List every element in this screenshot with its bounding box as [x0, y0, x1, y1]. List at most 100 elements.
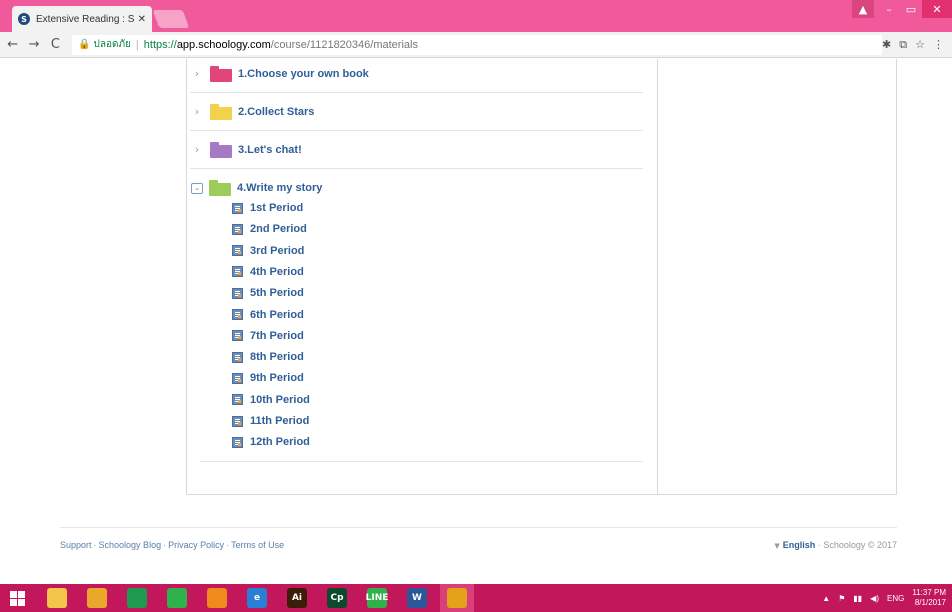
assignment-icon	[232, 245, 243, 257]
period-label[interactable]: 12th Period	[250, 436, 310, 448]
game-icon	[207, 588, 227, 608]
internet-explorer-icon: e	[247, 588, 267, 608]
browser-tab[interactable]: S Extensive Reading : Secti ✕	[12, 6, 152, 32]
user-icon[interactable]: ▲	[852, 0, 874, 18]
period-item[interactable]: 4th Period	[232, 262, 304, 282]
line-icon: LINE	[366, 588, 388, 608]
language-indicator[interactable]: ENG	[887, 594, 904, 603]
folder-row[interactable]: › 3.Let's chat!	[190, 131, 643, 169]
footer-link[interactable]: Privacy Policy	[168, 540, 224, 550]
footer-divider	[60, 527, 897, 528]
period-item[interactable]: 2nd Period	[232, 219, 307, 239]
period-label[interactable]: 3rd Period	[250, 245, 304, 257]
collapse-icon[interactable]: ⌄	[191, 182, 203, 194]
assignment-icon	[232, 202, 243, 214]
forward-icon[interactable]: →	[25, 37, 42, 52]
period-item[interactable]: 8th Period	[232, 347, 304, 367]
language-selector[interactable]: English	[783, 540, 816, 550]
taskbar-app[interactable]: Ai	[280, 584, 314, 612]
back-icon[interactable]: ←	[4, 37, 21, 52]
assignment-icon	[232, 415, 243, 427]
period-item[interactable]: 6th Period	[232, 305, 304, 325]
expand-chevron-icon[interactable]: ›	[190, 105, 204, 118]
folder-label[interactable]: 4.Write my story	[237, 182, 322, 194]
tray-chevron-icon[interactable]: ▲	[822, 594, 830, 603]
period-label[interactable]: 6th Period	[250, 309, 304, 321]
folder-label[interactable]: 1.Choose your own book	[238, 68, 369, 80]
folder-label[interactable]: 2.Collect Stars	[238, 106, 314, 118]
period-item[interactable]: 11th Period	[232, 411, 309, 431]
taskbar-app[interactable]	[40, 584, 74, 612]
taskbar-app[interactable]	[80, 584, 114, 612]
address-bar[interactable]: 🔒 ปลอดภัย | https:// app.schoology.com /…	[72, 34, 883, 55]
period-label[interactable]: 2nd Period	[250, 223, 307, 235]
word-icon: W	[407, 588, 427, 608]
folder-row[interactable]: › 2.Collect Stars	[190, 93, 643, 131]
footer-link[interactable]: Schoology Blog	[99, 540, 162, 550]
star-icon[interactable]: ☆	[915, 38, 925, 51]
flag-icon[interactable]: ⚑	[838, 594, 845, 603]
period-label[interactable]: 10th Period	[250, 394, 310, 406]
period-label[interactable]: 5th Period	[250, 287, 304, 299]
taskbar-app[interactable]: LINE	[360, 584, 394, 612]
period-label[interactable]: 11th Period	[250, 415, 309, 427]
folder-row[interactable]: › 1.Choose your own book	[190, 55, 643, 93]
window-close-icon[interactable]: ✕	[922, 0, 952, 18]
footer-link[interactable]: Terms of Use	[231, 540, 284, 550]
clock[interactable]: 11:37 PM 8/1/2017	[912, 588, 946, 608]
maximize-icon[interactable]: ▭	[900, 0, 922, 18]
taskbar-app[interactable]: W	[400, 584, 434, 612]
period-item[interactable]: 10th Period	[232, 390, 310, 410]
period-label[interactable]: 8th Period	[250, 351, 304, 363]
network-icon[interactable]: ▮▮	[853, 594, 862, 603]
taskbar-app[interactable]	[440, 584, 474, 612]
folder-icon	[210, 65, 232, 82]
period-item[interactable]: 1st Period	[232, 198, 303, 218]
taskbar-app[interactable]: Cp	[320, 584, 354, 612]
address-separator: |	[135, 38, 139, 51]
new-tab-button[interactable]	[152, 10, 190, 28]
translate-icon[interactable]: ⧉	[899, 38, 907, 52]
period-label[interactable]: 7th Period	[250, 330, 304, 342]
footer-separator: ·	[817, 540, 821, 550]
menu-icon[interactable]: ⋮	[933, 38, 944, 51]
window-controls: ▲ – ▭ ✕	[852, 0, 952, 18]
illustrator-icon: Ai	[287, 588, 307, 608]
period-label[interactable]: 9th Period	[250, 372, 304, 384]
taskbar-app[interactable]	[160, 584, 194, 612]
clock-date: 8/1/2017	[914, 598, 946, 607]
assignment-icon	[232, 436, 243, 448]
start-button[interactable]	[0, 584, 34, 612]
chat-icon	[167, 588, 187, 608]
period-item[interactable]: 7th Period	[232, 326, 304, 346]
footer-right: ▼ English · Schoology © 2017	[774, 540, 897, 550]
secure-label: ปลอดภัย	[93, 39, 131, 50]
tab-close-icon[interactable]: ✕	[138, 14, 146, 25]
folder-icon	[209, 180, 231, 196]
footer-links: Support · Schoology Blog · Privacy Policy · Te…	[60, 540, 284, 550]
assignment-icon	[232, 330, 243, 342]
minimize-icon[interactable]: –	[878, 0, 900, 18]
language-dropdown-icon[interactable]: ▼	[774, 542, 779, 550]
puzzle-icon[interactable]: ✱	[882, 38, 891, 51]
folder-label[interactable]: 3.Let's chat!	[238, 144, 302, 156]
taskbar-app[interactable]	[200, 584, 234, 612]
period-label[interactable]: 4th Period	[250, 266, 304, 278]
list-divider	[200, 461, 643, 462]
taskbar-app[interactable]	[120, 584, 154, 612]
volume-icon[interactable]: ◀)	[870, 594, 879, 603]
period-item[interactable]: 3rd Period	[232, 241, 304, 261]
period-item[interactable]: 12th Period	[232, 432, 310, 452]
expand-chevron-icon[interactable]: ›	[190, 143, 204, 156]
period-label[interactable]: 1st Period	[250, 202, 303, 214]
expand-chevron-icon[interactable]: ›	[190, 67, 204, 80]
lock-icon: 🔒	[78, 39, 91, 50]
assignment-icon	[232, 372, 243, 384]
period-item[interactable]: 5th Period	[232, 283, 304, 303]
period-item[interactable]: 9th Period	[232, 368, 304, 388]
url-path: /course/1121820346/materials	[270, 38, 418, 51]
footer-link[interactable]: Support	[60, 540, 92, 550]
assignment-icon	[232, 266, 243, 278]
taskbar-app[interactable]: e	[240, 584, 274, 612]
reload-icon[interactable]: C	[47, 37, 64, 52]
